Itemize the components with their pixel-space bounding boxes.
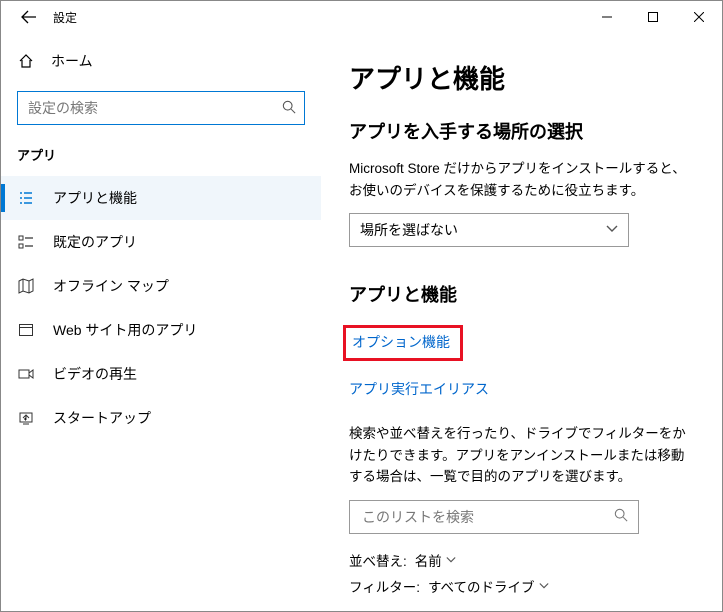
app-list-search[interactable] [349,500,639,534]
sidebar-section-label: アプリ [1,131,321,170]
close-icon [694,12,704,22]
sidebar-item-label: オフライン マップ [53,276,169,296]
settings-search[interactable] [17,91,305,125]
startup-icon [17,410,35,426]
maximize-icon [648,12,658,22]
home-label: ホーム [51,51,93,71]
source-heading: アプリを入手する場所の選択 [349,118,696,144]
back-button[interactable] [9,1,49,33]
dropdown-value: 場所を選ばない [360,220,458,240]
search-icon [614,508,628,525]
app-exec-alias-link[interactable]: アプリ実行エイリアス [349,379,489,399]
apps-heading: アプリと機能 [349,281,696,307]
chevron-down-icon [446,555,456,565]
sidebar-item-label: 既定のアプリ [53,232,137,252]
website-icon [17,322,35,338]
settings-search-input[interactable] [26,99,282,117]
home-nav[interactable]: ホーム [1,41,321,81]
sidebar-item-label: Web サイト用のアプリ [53,320,197,340]
sort-label: 並べ替え: [349,550,407,570]
source-description: Microsoft Store だけからアプリをインストールすると、お使いのデバ… [349,158,696,201]
sidebar: ホーム アプリ アプリと機能 既定のアプリ [1,33,321,611]
sort-control[interactable]: 並べ替え: 名前 [349,550,696,570]
chevron-down-icon [539,581,549,591]
content-pane: アプリと機能 アプリを入手する場所の選択 Microsoft Store だけか… [321,33,722,611]
home-icon [17,53,35,69]
sidebar-item-default-apps[interactable]: 既定のアプリ [1,220,321,264]
filter-value: すべてのドライブ [428,576,535,596]
search-icon [282,100,296,117]
map-icon [17,278,35,294]
close-button[interactable] [676,1,722,33]
minimize-button[interactable] [584,1,630,33]
video-icon [17,366,35,382]
sidebar-item-apps-features[interactable]: アプリと機能 [1,176,321,220]
defaults-icon [17,234,35,250]
window-title: 設定 [49,9,77,26]
sidebar-item-label: スタートアップ [53,408,151,428]
maximize-button[interactable] [630,1,676,33]
chevron-down-icon [606,222,618,238]
install-source-dropdown[interactable]: 場所を選ばない [349,213,629,247]
page-title: アプリと機能 [349,59,696,96]
arrow-left-icon [21,9,37,25]
list-icon [17,190,35,206]
sidebar-item-video-playback[interactable]: ビデオの再生 [1,352,321,396]
filter-label: フィルター: [349,576,420,596]
sidebar-item-offline-maps[interactable]: オフライン マップ [1,264,321,308]
sidebar-item-label: アプリと機能 [53,188,137,208]
sidebar-item-startup[interactable]: スタートアップ [1,396,321,440]
sort-value: 名前 [415,550,442,570]
minimize-icon [602,12,612,22]
sidebar-item-website-apps[interactable]: Web サイト用のアプリ [1,308,321,352]
apps-description: 検索や並べ替えを行ったり、ドライブでフィルターをかけたりできます。アプリをアンイ… [349,423,696,488]
app-list-search-input[interactable] [360,508,614,526]
filter-control[interactable]: フィルター: すべてのドライブ [349,576,696,596]
optional-features-link[interactable]: オプション機能 [343,325,463,361]
sidebar-item-label: ビデオの再生 [53,364,137,384]
